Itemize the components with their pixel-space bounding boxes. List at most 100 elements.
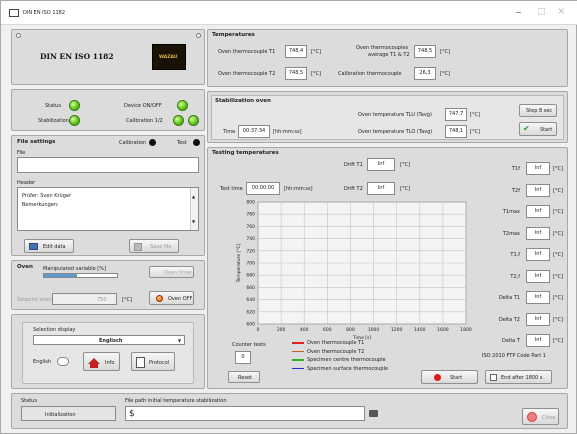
folder-icon[interactable]: [369, 410, 378, 417]
logo-panel: DIN EN ISO 1182 WAZAU: [11, 29, 205, 85]
oven-t1-value: 748,4: [285, 45, 307, 58]
display-panel: Selection display Englisch ▼ English Inf…: [11, 314, 205, 389]
y-tick-label: 660: [246, 285, 255, 291]
result-value: Inf: [526, 226, 550, 240]
end-after-button[interactable]: End after 1800 s: [485, 370, 552, 384]
edit-icon: [29, 243, 38, 250]
status-bar: Status Initialization File path initial …: [11, 393, 568, 429]
avg-label-1: Oven thermocouples: [356, 45, 409, 51]
close-circle-icon: [527, 412, 537, 422]
result-value: Inf: [526, 183, 550, 197]
file-settings-panel: File settings Calibration Test File Head…: [11, 135, 205, 256]
calibration-radio-label: Calibration: [119, 140, 147, 146]
scroll-up-icon[interactable]: ▲: [192, 194, 195, 199]
window-title: DIN EN ISO 1182: [23, 10, 66, 16]
result-label: T2,f: [510, 273, 520, 280]
save-icon: [134, 243, 142, 251]
legend-label: Specimen centre thermocouple: [307, 357, 386, 363]
setpoint-label: Setpoint oven: [17, 297, 52, 303]
manipulated-variable-bar: [43, 273, 118, 278]
x-tick-label: 1800: [460, 327, 472, 333]
legend-swatch: [292, 359, 304, 361]
protocol-button[interactable]: Protocol: [131, 352, 175, 371]
y-tick-label: 800: [246, 200, 255, 206]
drift-t1-unit: [°C]: [400, 162, 410, 168]
oven-panel: Oven Manipulated variable [%] Oven timer…: [11, 260, 205, 310]
result-unit: [°C]: [553, 338, 563, 344]
close-button[interactable]: Close: [522, 408, 559, 425]
file-path-label: File path initial temperature stabilizat…: [125, 398, 227, 404]
result-label: T1,f: [510, 252, 520, 258]
test-start-button[interactable]: Start: [421, 370, 478, 384]
y-tick-label: 760: [246, 224, 255, 230]
status-value: Initialization: [21, 406, 116, 421]
calibration-thermocouple-label: Calibration thermocouple: [338, 71, 402, 77]
status-bar-label: Status: [21, 398, 37, 404]
y-tick-label: 700: [246, 261, 255, 267]
stabilization-panel: Stabilization oven Time 00:37:34 [hh:mm:…: [207, 91, 568, 143]
setpoint-input[interactable]: 750: [52, 293, 117, 305]
oven-off-button[interactable]: Oven OFF: [149, 291, 194, 305]
drift-t1-label: Drift T1: [344, 162, 363, 168]
legend-swatch: [292, 367, 304, 369]
legend-swatch: [292, 342, 304, 344]
result-label: T1max: [502, 209, 520, 215]
info-button[interactable]: Info: [83, 352, 120, 371]
english-label: English: [33, 359, 52, 365]
result-unit: [°C]: [553, 166, 563, 172]
result-value: Inf: [526, 248, 550, 261]
reset-button[interactable]: Reset: [228, 371, 260, 383]
wazau-logo: WAZAU: [152, 44, 186, 70]
calibration-led-2: [188, 115, 199, 126]
manipulated-variable-label: Manipulated variable [%]: [43, 266, 106, 272]
step-button[interactable]: Step 8 sec: [519, 104, 557, 117]
checkbox-icon: [490, 374, 497, 381]
textarea-scrollbar[interactable]: ▲ ▼: [190, 188, 198, 230]
y-tick-label: 780: [246, 212, 255, 218]
app-window: DIN EN ISO 1182 − □ × DIN EN ISO 1182 WA…: [0, 0, 577, 434]
title-bar: DIN EN ISO 1182 − □ ×: [1, 1, 577, 25]
status-panel: Status Device ON/OFF Stabilization Calib…: [11, 89, 205, 131]
manipulated-variable-fill: [44, 274, 77, 277]
save-file-button[interactable]: Save file: [129, 239, 179, 253]
calibration-label: Calibration 1/2: [126, 118, 163, 124]
header-line: Bemerkungen:: [22, 202, 59, 208]
result-value: Inf: [526, 291, 550, 304]
test-radio[interactable]: [193, 139, 200, 146]
x-tick-label: 0: [257, 327, 260, 333]
y-tick-label: 620: [246, 309, 255, 315]
header-textarea[interactable]: Prüfer: Sven Krüger Bemerkungen: ▲ ▼: [17, 187, 199, 231]
oven-timer-button[interactable]: Oven timer: [149, 266, 194, 278]
setpoint-unit: [°C]: [122, 297, 132, 303]
chevron-down-icon: ▼: [178, 338, 182, 343]
temperatures-panel: Temperatures Oven thermocouple T1 748,4 …: [207, 29, 568, 87]
stab-start-button[interactable]: ✔ Start: [519, 122, 557, 136]
path-type-icon: $: [129, 409, 135, 419]
oven-title: Oven: [17, 264, 33, 270]
oven-t2-unit: [°C]: [311, 71, 321, 77]
app-icon: [9, 9, 19, 17]
english-toggle[interactable]: [57, 357, 69, 366]
close-window-icon[interactable]: ×: [557, 6, 565, 17]
minimize-icon[interactable]: −: [515, 8, 522, 17]
language-select[interactable]: Englisch ▼: [33, 335, 185, 345]
legend-label: Specimen surface thermocouple: [307, 365, 389, 372]
result-label: T2max: [502, 230, 520, 237]
maximize-icon[interactable]: □: [537, 7, 546, 17]
testing-title: Testing temperatures: [212, 150, 279, 156]
file-input[interactable]: [17, 157, 199, 173]
result-unit: [°C]: [553, 273, 563, 280]
testing-panel: Testing temperatures Drift T1 Inf [°C] T…: [207, 147, 568, 389]
legend-swatch: [292, 350, 304, 352]
scroll-down-icon[interactable]: ▼: [192, 219, 195, 224]
tlu-unit: [°C]: [470, 112, 480, 118]
result-value: Inf: [526, 162, 550, 175]
result-unit: [°C]: [553, 187, 563, 194]
edit-data-button[interactable]: Edit data: [24, 239, 74, 253]
result-label: Delta T1: [498, 295, 520, 301]
y-tick-label: 680: [246, 273, 255, 279]
oven-t1-label: Oven thermocouple T1: [218, 49, 276, 55]
file-path-input[interactable]: $: [125, 406, 365, 421]
calibration-radio[interactable]: [149, 139, 156, 146]
result-label: Delta T: [502, 338, 520, 344]
